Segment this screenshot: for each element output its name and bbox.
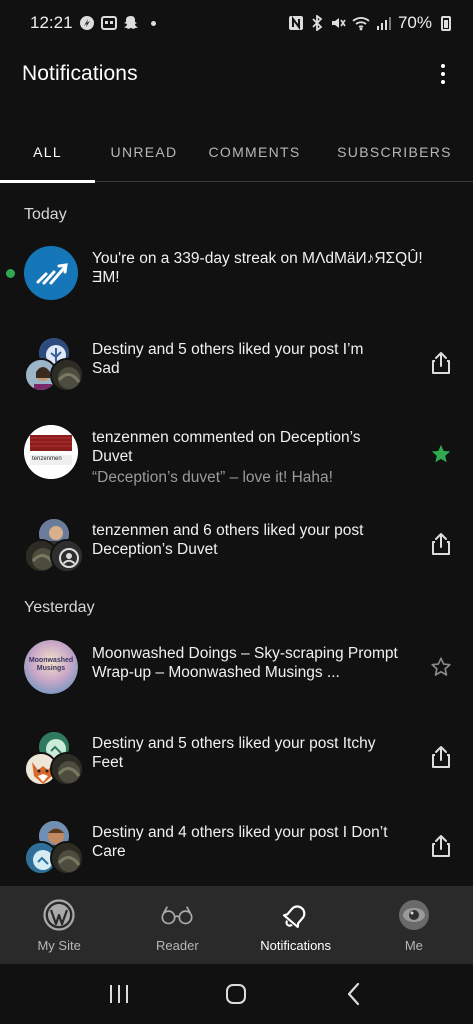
nav-label: Me — [404, 937, 423, 953]
status-bar: 12:21 70% — [0, 0, 473, 46]
section-today: Today — [24, 206, 67, 223]
snapchat-icon — [123, 15, 139, 31]
liker-avatars — [24, 819, 84, 875]
avatar — [50, 752, 84, 786]
status-time: 12:21 — [30, 13, 73, 32]
notification-comment-deceptions-duvet[interactable]: tenzenmen tenzenmen commented on Decepti… — [0, 425, 473, 487]
section-yesterday: Yesterday — [24, 599, 95, 616]
notification-text: Destiny and 4 others liked your post I D… — [92, 824, 388, 860]
star-filled-icon[interactable] — [429, 442, 453, 466]
nav-notifications[interactable]: Notifications — [237, 886, 355, 964]
notification-like-i-dont-care[interactable]: Destiny and 4 others liked your post I D… — [0, 819, 473, 879]
trend-icon — [24, 246, 78, 300]
notification-app-icon — [79, 15, 95, 31]
bluetooth-icon — [310, 15, 324, 31]
battery-percent: 70% — [397, 13, 432, 32]
tab-all[interactable]: ALL — [0, 122, 95, 183]
nav-my-site[interactable]: My Site — [0, 886, 118, 964]
nav-reader[interactable]: Reader — [118, 886, 236, 964]
avatar-banner-text: tenzenmen — [32, 456, 62, 462]
signal-icon — [376, 15, 392, 31]
moonwashed-logo: Moonwashed Musings — [24, 640, 78, 694]
site-avatar — [24, 246, 80, 302]
avatar: tenzenmen — [24, 425, 78, 479]
notification-main-text: tenzenmen commented on Deception’s Duvet — [92, 429, 361, 465]
liker-avatars — [24, 730, 84, 786]
nav-label: My Site — [37, 937, 81, 953]
liker-avatars — [24, 336, 84, 392]
notification-moonwashed-post[interactable]: Moonwashed Musings Moonwashed Doings – S… — [0, 640, 473, 696]
glasses-icon — [160, 898, 194, 932]
nav-label: Reader — [156, 937, 199, 953]
filter-tabs: ALL UNREAD COMMENTS SUBSCRIBERS — [0, 122, 473, 183]
share-icon[interactable] — [429, 834, 453, 858]
unread-dot — [6, 269, 15, 278]
notification-text: tenzenmen commented on Deception’s Duvet… — [92, 428, 392, 487]
star-outline-icon[interactable] — [429, 655, 453, 679]
system-nav-bar — [0, 964, 473, 1024]
app-header: Notifications — [0, 46, 473, 102]
avatar-icon — [397, 898, 431, 932]
notification-text: You're on a 339-day streak on MΛdMäИ♪ЯΣQ… — [92, 250, 423, 286]
recent-apps-icon[interactable] — [99, 974, 139, 1014]
commenter-avatar: tenzenmen — [24, 425, 80, 481]
calendar-icon — [100, 15, 117, 31]
notification-text: Destiny and 5 others liked your post I’m… — [92, 341, 364, 377]
notification-like-itchy-feet[interactable]: Destiny and 5 others liked your post Itc… — [0, 730, 473, 790]
home-icon[interactable] — [216, 974, 256, 1014]
more-notifications-dot — [150, 20, 156, 26]
avatar — [50, 841, 84, 875]
moonwashed-logo-text: Moonwashed Musings — [28, 657, 74, 672]
nav-me[interactable]: Me — [355, 886, 473, 964]
back-icon[interactable] — [334, 974, 374, 1014]
bottom-nav: My Site Reader Notifications Me — [0, 886, 473, 964]
tab-comments[interactable]: COMMENTS — [193, 122, 316, 182]
mute-icon — [330, 15, 346, 31]
wifi-icon — [352, 15, 370, 31]
share-icon[interactable] — [429, 351, 453, 375]
more-options-icon[interactable] — [431, 62, 455, 86]
notification-like-deceptions-duvet[interactable]: tenzenmen and 6 others liked your post D… — [0, 517, 473, 577]
wordpress-icon — [42, 898, 76, 932]
nfc-icon — [288, 15, 304, 31]
site-avatar: Moonwashed Musings — [24, 640, 80, 696]
liker-avatars — [24, 517, 84, 573]
share-icon[interactable] — [429, 745, 453, 769]
notification-streak[interactable]: You're on a 339-day streak on MΛdMäИ♪ЯΣQ… — [0, 244, 473, 302]
bell-icon — [279, 898, 313, 932]
nav-label: Notifications — [260, 937, 332, 953]
notification-like-im-sad[interactable]: Destiny and 5 others liked your post I’m… — [0, 336, 473, 396]
battery-icon — [441, 15, 451, 31]
default-user-icon — [50, 539, 84, 573]
comment-excerpt: “Deception’s duvet” – love it! Haha! — [92, 469, 333, 486]
notification-text: Destiny and 5 others liked your post Itc… — [92, 735, 376, 771]
notification-text: Moonwashed Doings – Sky-scraping Prompt … — [92, 645, 398, 681]
page-title: Notifications — [22, 62, 138, 85]
tab-subscribers[interactable]: SUBSCRIBERS — [316, 122, 473, 182]
avatar — [50, 358, 84, 392]
notification-text: tenzenmen and 6 others liked your post D… — [92, 522, 364, 558]
share-icon[interactable] — [429, 532, 453, 556]
tab-unread[interactable]: UNREAD — [95, 122, 193, 182]
